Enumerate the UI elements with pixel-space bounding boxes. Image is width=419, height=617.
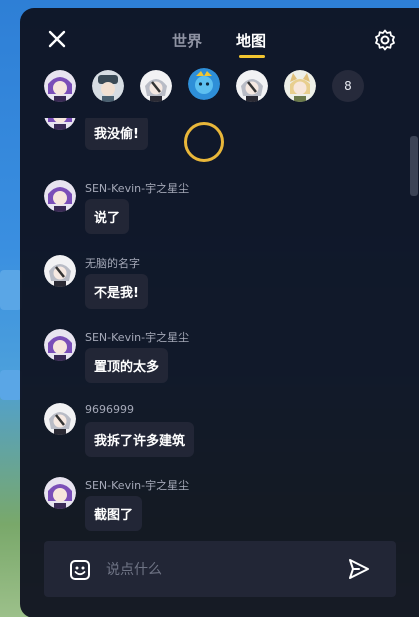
list-item: SEN-Kevin-宇之星尘 置顶的太多: [44, 329, 384, 389]
active-tab-indicator: [239, 55, 265, 58]
silver-hair-avatar[interactable]: [140, 70, 172, 102]
background-cloud: [0, 370, 22, 400]
purple-hair-avatar[interactable]: [44, 180, 76, 212]
chat-panel: 世界 地图 8 我没偷! SEN-Kevin-宇之星尘 说了 无脑的名字 不是我…: [20, 8, 419, 617]
emoji-icon: [70, 560, 90, 580]
blonde-cat-ear-avatar[interactable]: [284, 70, 316, 102]
message-bubble[interactable]: 不是我!: [85, 274, 148, 309]
purple-hair-avatar[interactable]: [44, 329, 76, 361]
sender-name[interactable]: SEN-Kevin-宇之星尘: [85, 180, 189, 196]
list-item: 无脑的名字 不是我!: [44, 255, 384, 315]
message-bubble[interactable]: 置顶的太多: [85, 348, 169, 383]
list-item: SEN-Kevin-宇之星尘 说了: [44, 180, 384, 240]
silver-hair-avatar[interactable]: [236, 70, 268, 102]
sender-name[interactable]: SEN-Kevin-宇之星尘: [85, 477, 189, 493]
blue-creature-avatar[interactable]: [188, 68, 220, 100]
list-item: 9696999 我拆了许多建筑: [44, 403, 384, 463]
send-button[interactable]: [347, 557, 371, 581]
more-players-count[interactable]: 8: [332, 70, 364, 102]
purple-hair-avatar[interactable]: [44, 477, 76, 509]
purple-hair-avatar[interactable]: [44, 118, 76, 130]
silver-hair-avatar[interactable]: [44, 255, 76, 287]
sender-name[interactable]: 无脑的名字: [85, 255, 140, 271]
message-bubble[interactable]: 截图了: [85, 496, 143, 531]
list-item: SEN-Kevin-宇之星尘 截图了: [44, 477, 384, 537]
send-icon: [349, 559, 369, 579]
emoji-button[interactable]: [69, 559, 91, 581]
background-cloud: [0, 270, 22, 310]
message-list: 我没偷! SEN-Kevin-宇之星尘 说了 无脑的名字 不是我! SEN-Ke…: [20, 118, 419, 538]
tab-world[interactable]: 世界: [172, 30, 202, 51]
close-icon: [48, 30, 66, 48]
list-item: 我没偷!: [44, 118, 384, 150]
dark-hat-avatar[interactable]: [92, 70, 124, 102]
chat-header: 世界 地图: [20, 8, 419, 68]
message-bubble[interactable]: 我拆了许多建筑: [85, 422, 195, 457]
message-bubble[interactable]: 我没偷!: [85, 118, 148, 150]
close-button[interactable]: [46, 28, 68, 50]
message-composer: [44, 541, 396, 597]
gear-icon: [375, 29, 395, 51]
tab-map[interactable]: 地图: [236, 30, 266, 51]
sender-name[interactable]: 9696999: [85, 403, 134, 416]
message-input[interactable]: [106, 557, 326, 583]
message-bubble[interactable]: 说了: [85, 199, 130, 234]
purple-hair-avatar[interactable]: [44, 70, 76, 102]
sender-name[interactable]: SEN-Kevin-宇之星尘: [85, 329, 189, 345]
settings-button[interactable]: [373, 28, 397, 52]
silver-hair-avatar[interactable]: [44, 403, 76, 435]
